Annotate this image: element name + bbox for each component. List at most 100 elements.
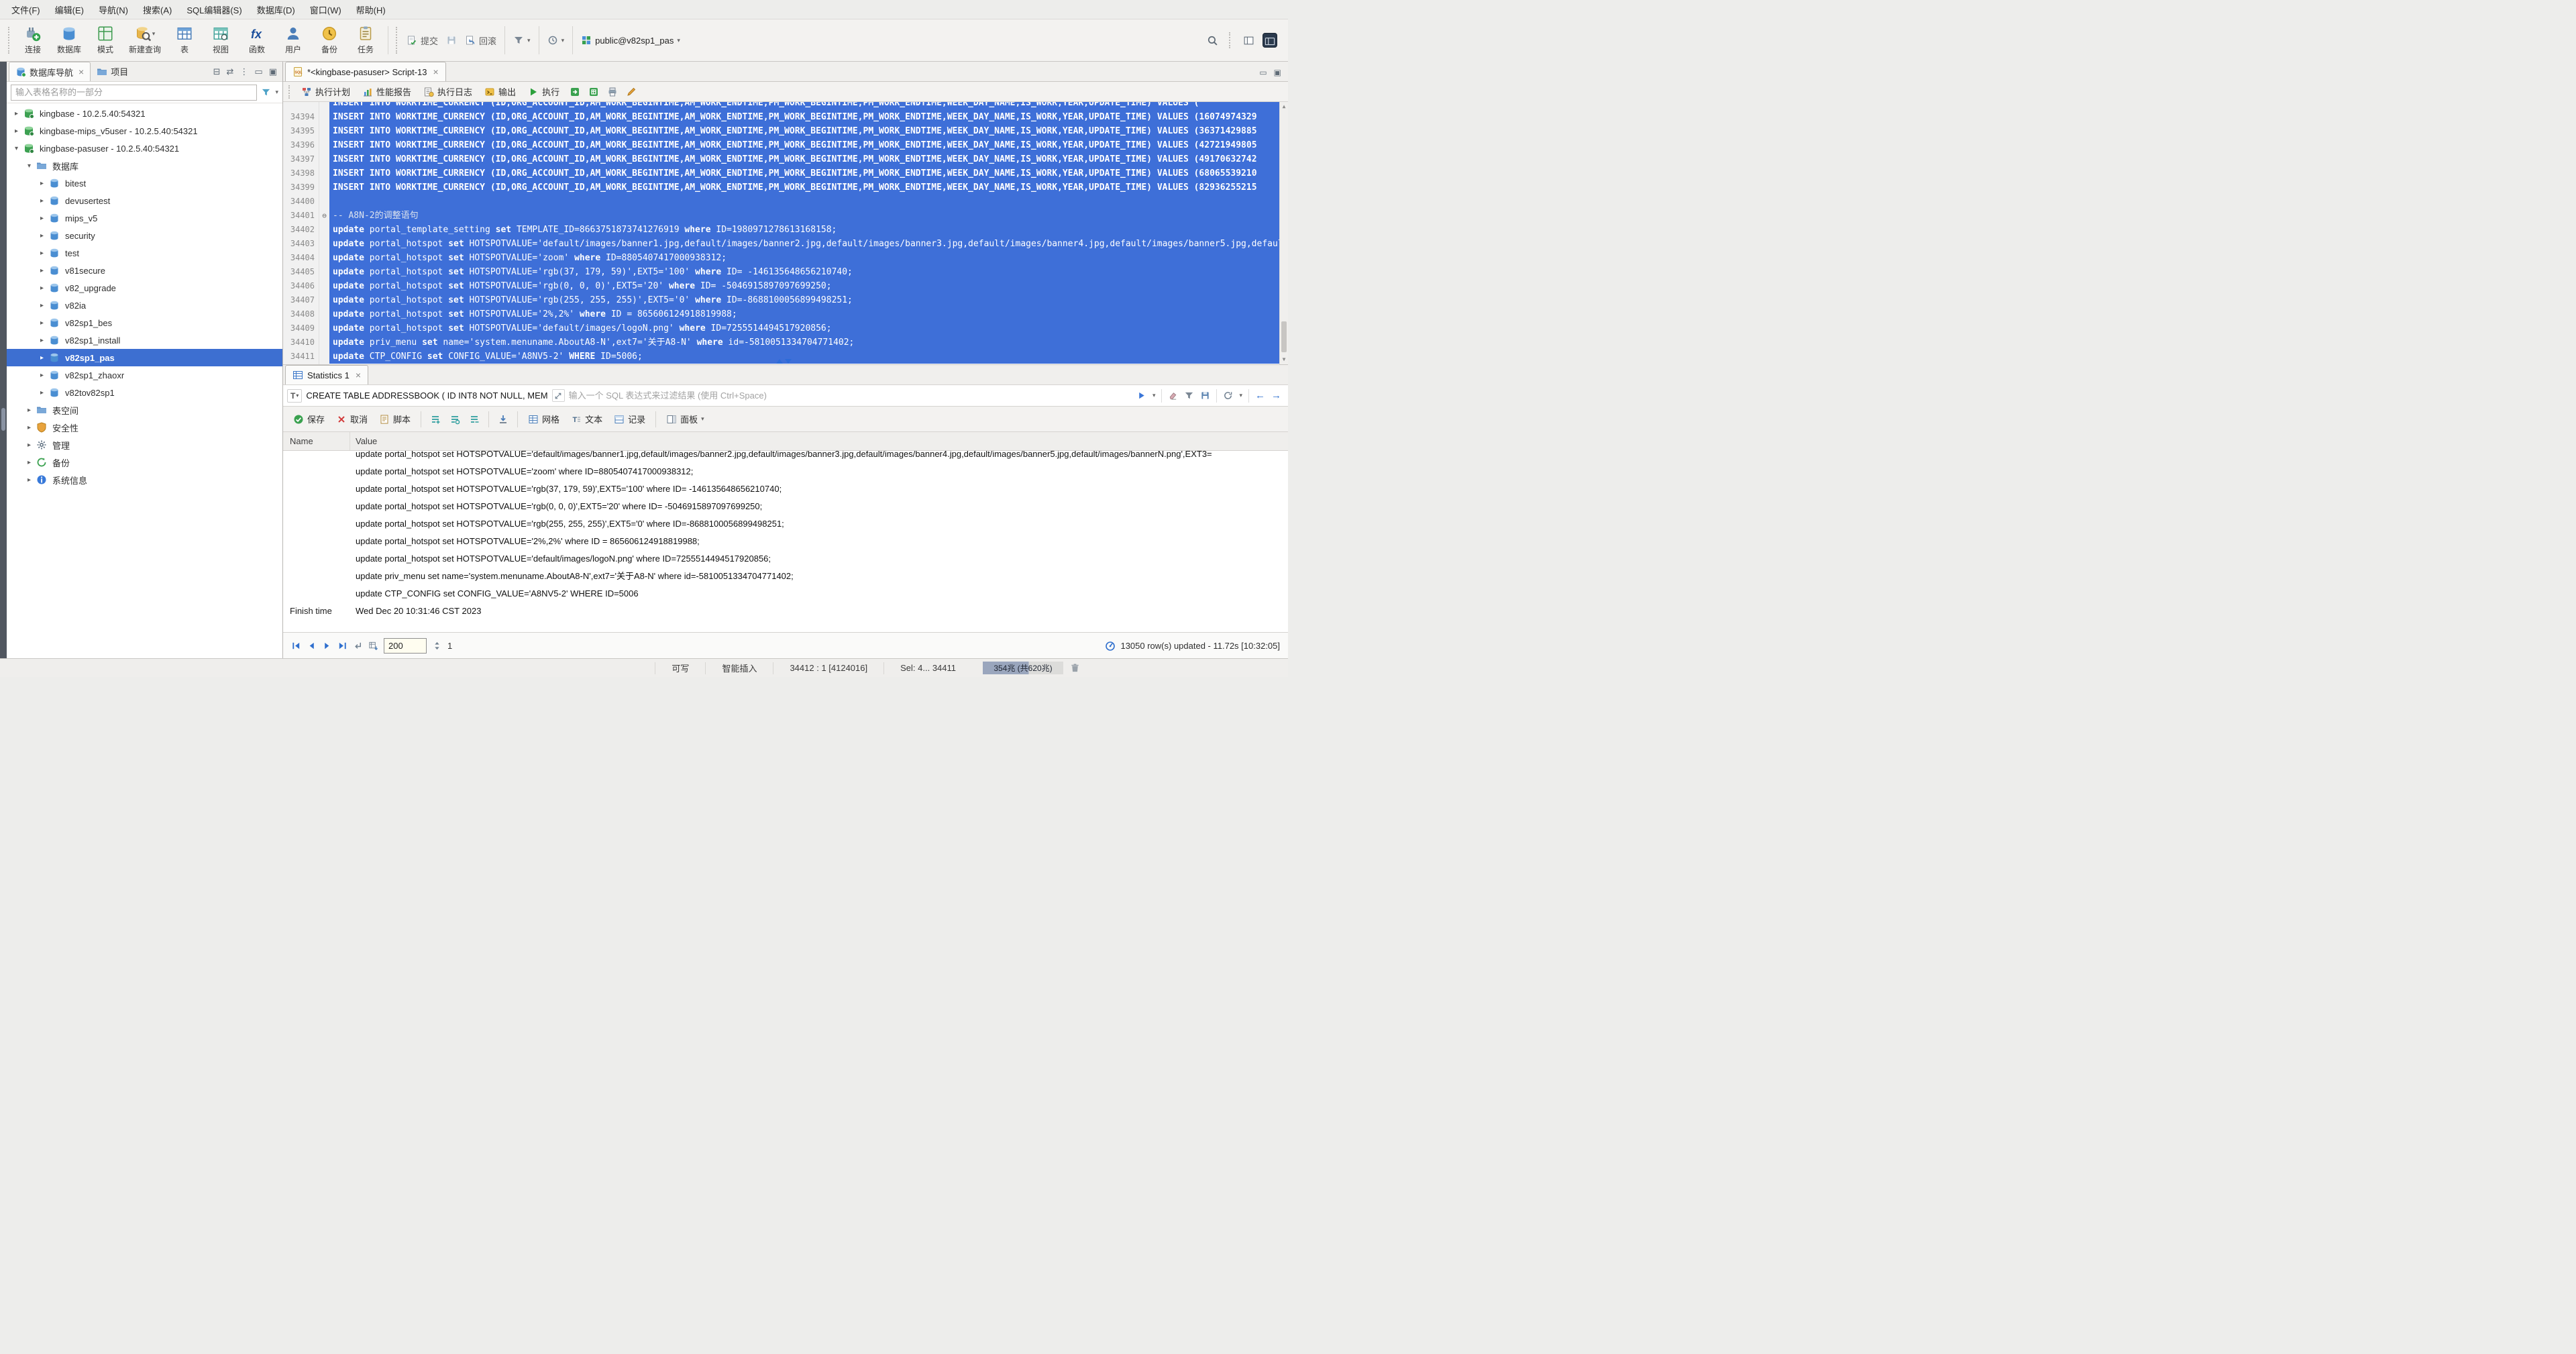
tree-item[interactable]: ▸系统信息 xyxy=(7,471,282,488)
perspective-tile-icon[interactable] xyxy=(1263,33,1277,48)
nav-back-icon[interactable]: ← xyxy=(1255,390,1265,401)
menu-item[interactable]: 搜索(A) xyxy=(136,1,179,19)
maximize-icon[interactable]: ▣ xyxy=(269,66,277,77)
table-search-input[interactable] xyxy=(11,85,257,101)
explain-plan-button[interactable]: 执行计划 xyxy=(296,83,356,100)
backup-button[interactable]: 备份 xyxy=(312,21,347,60)
editor-line[interactable]: 34397INSERT INTO WORKTIME_CURRENCY (ID,O… xyxy=(283,152,1288,166)
table-row[interactable]: update portal_hotspot set HOTSPOTVALUE='… xyxy=(283,498,1288,515)
menu-item[interactable]: 帮助(H) xyxy=(349,1,393,19)
function-button[interactable]: fx 函数 xyxy=(239,21,274,60)
tree-item[interactable]: ▸v82_upgrade xyxy=(7,279,282,297)
refresh-icon[interactable] xyxy=(1223,390,1233,401)
export-download-icon[interactable] xyxy=(494,414,512,425)
row-filter-add-icon[interactable] xyxy=(427,414,444,425)
editor-line[interactable]: 34402update portal_template_setting set … xyxy=(283,223,1288,237)
panel-restore-handle[interactable] xyxy=(1,408,5,431)
tree-item[interactable]: ▸表空间 xyxy=(7,401,282,419)
cancel-result-button[interactable]: 取消 xyxy=(331,410,372,428)
editor-line[interactable]: 34396INSERT INTO WORKTIME_CURRENCY (ID,O… xyxy=(283,138,1288,152)
tree-item[interactable]: ▸v81secure xyxy=(7,262,282,279)
chevron-right-icon[interactable]: ▸ xyxy=(12,110,21,117)
minimize-icon[interactable]: ▭ xyxy=(1259,68,1267,77)
erase-filter-icon[interactable] xyxy=(1168,390,1178,401)
chevron-down-icon[interactable]: ▾ xyxy=(275,89,278,96)
chevron-right-icon[interactable]: ▸ xyxy=(38,267,46,274)
tab-statistics[interactable]: Statistics 1 × xyxy=(285,365,368,384)
chevron-right-icon[interactable]: ▸ xyxy=(38,284,46,292)
editor-tab[interactable]: SQL *<kingbase-pasuser> Script-13 × xyxy=(285,62,446,81)
chevron-right-icon[interactable]: ▸ xyxy=(38,354,46,362)
new-query-button[interactable]: ▾ 新建查询 xyxy=(124,21,166,60)
tree-item[interactable]: ▸test xyxy=(7,244,282,262)
menu-item[interactable]: 导航(N) xyxy=(91,1,136,19)
chevron-right-icon[interactable]: ▸ xyxy=(25,459,34,466)
chevron-right-icon[interactable]: ▸ xyxy=(25,407,34,414)
tree-item[interactable]: ▸v82sp1_zhaoxr xyxy=(7,366,282,384)
chevron-right-icon[interactable]: ▸ xyxy=(38,197,46,205)
menu-item[interactable]: 窗口(W) xyxy=(303,1,349,19)
editor-line[interactable]: 34412 xyxy=(283,364,1288,365)
search-icon[interactable] xyxy=(1207,35,1218,46)
tab-projects[interactable]: 项目 xyxy=(91,62,134,81)
editor-line[interactable]: 34401⊖-- A8N-2的调整语句 xyxy=(283,209,1288,223)
row-filter-remove-icon[interactable] xyxy=(466,414,483,425)
chevron-right-icon[interactable]: ▸ xyxy=(38,180,46,187)
apply-filter-play-icon[interactable] xyxy=(1136,390,1146,401)
database-button[interactable]: 数据库 xyxy=(52,21,87,60)
chevron-down-icon[interactable]: ▾ xyxy=(1239,392,1242,399)
column-header-value[interactable]: Value xyxy=(350,436,1288,446)
fold-collapse-icon[interactable]: ⊖ xyxy=(319,209,329,223)
menu-item[interactable]: 文件(F) xyxy=(4,1,48,19)
edit-button[interactable] xyxy=(623,87,640,97)
tree-item[interactable]: ▸v82sp1_pas xyxy=(7,349,282,366)
chevron-down-icon[interactable]: ▾ xyxy=(12,145,21,152)
sql-editor[interactable]: INSERT INTO WORKTIME_CURRENCY (ID,ORG_AC… xyxy=(283,102,1288,365)
scrollbar-thumb[interactable] xyxy=(1281,321,1287,352)
new-connection-button[interactable]: 连接 xyxy=(15,21,50,60)
table-row[interactable]: update priv_menu set name='system.menuna… xyxy=(283,568,1288,585)
menu-item[interactable]: SQL编辑器(S) xyxy=(179,1,249,19)
tree-item[interactable]: ▸security xyxy=(7,227,282,244)
panel-toggle-button[interactable]: 面板 ▾ xyxy=(661,410,709,428)
menu-item[interactable]: 编辑(E) xyxy=(48,1,91,19)
memory-indicator[interactable]: 354兆 (共620兆) xyxy=(983,662,1063,674)
close-icon[interactable]: × xyxy=(433,67,439,76)
save-result-button[interactable]: 保存 xyxy=(288,410,329,428)
editor-line[interactable]: 34404update portal_hotspot set HOTSPOTVA… xyxy=(283,251,1288,265)
output-button[interactable]: 输出 xyxy=(479,83,521,100)
chevron-right-icon[interactable]: ▸ xyxy=(38,232,46,240)
tree-item[interactable]: ▸管理 xyxy=(7,436,282,454)
chevron-right-icon[interactable]: ▸ xyxy=(38,302,46,309)
execute-button[interactable]: 执行 xyxy=(523,83,565,100)
editor-line[interactable]: 34410update priv_menu set name='system.m… xyxy=(283,335,1288,350)
editor-line[interactable]: 34403update portal_hotspot set HOTSPOTVA… xyxy=(283,237,1288,251)
editor-line[interactable]: INSERT INTO WORKTIME_CURRENCY (ID,ORG_AC… xyxy=(283,102,1288,110)
editor-line[interactable]: 34408update portal_hotspot set HOTSPOTVA… xyxy=(283,307,1288,321)
active-statement-text[interactable]: CREATE TABLE ADDRESSBOOK ( ID INT8 NOT N… xyxy=(306,390,547,401)
editor-line[interactable]: 34399INSERT INTO WORKTIME_CURRENCY (ID,O… xyxy=(283,180,1288,195)
tree-item[interactable]: ▾kingbase-pasuser - 10.2.5.40:54321 xyxy=(7,140,282,157)
script-button[interactable]: 脚本 xyxy=(374,410,415,428)
save-filter-disk-icon[interactable] xyxy=(1200,390,1210,401)
editor-line[interactable]: 34409update portal_hotspot set HOTSPOTVA… xyxy=(283,321,1288,335)
table-row[interactable]: update portal_hotspot set HOTSPOTVALUE='… xyxy=(283,550,1288,568)
tree-item[interactable]: ▾数据库 xyxy=(7,157,282,174)
tab-database-navigator[interactable]: 数据库导航 × xyxy=(9,62,91,81)
tree-item[interactable]: ▸v82tov82sp1 xyxy=(7,384,282,401)
table-row[interactable]: update portal_hotspot set HOTSPOTVALUE='… xyxy=(283,463,1288,480)
statement-type-icon[interactable]: T▾ xyxy=(287,389,302,403)
table-row[interactable]: update portal_hotspot set HOTSPOTVALUE='… xyxy=(283,533,1288,550)
scroll-down-icon[interactable]: ▼ xyxy=(1280,355,1288,364)
gc-trash-icon[interactable] xyxy=(1070,663,1080,673)
table-row[interactable]: update CTP_CONFIG set CONFIG_VALUE='A8NV… xyxy=(283,585,1288,603)
table-button[interactable]: 表 xyxy=(167,21,202,60)
editor-line[interactable]: 34407update portal_hotspot set HOTSPOTVA… xyxy=(283,293,1288,307)
export-results-button[interactable] xyxy=(566,87,584,97)
first-page-icon[interactable] xyxy=(291,641,301,651)
row-filter-edit-icon[interactable] xyxy=(446,414,464,425)
export-grid-button[interactable] xyxy=(585,87,602,97)
chevron-down-icon[interactable]: ▾ xyxy=(152,30,156,38)
performance-report-button[interactable]: 性能报告 xyxy=(357,83,417,100)
transaction-filter-button[interactable]: ▾ xyxy=(510,32,534,49)
